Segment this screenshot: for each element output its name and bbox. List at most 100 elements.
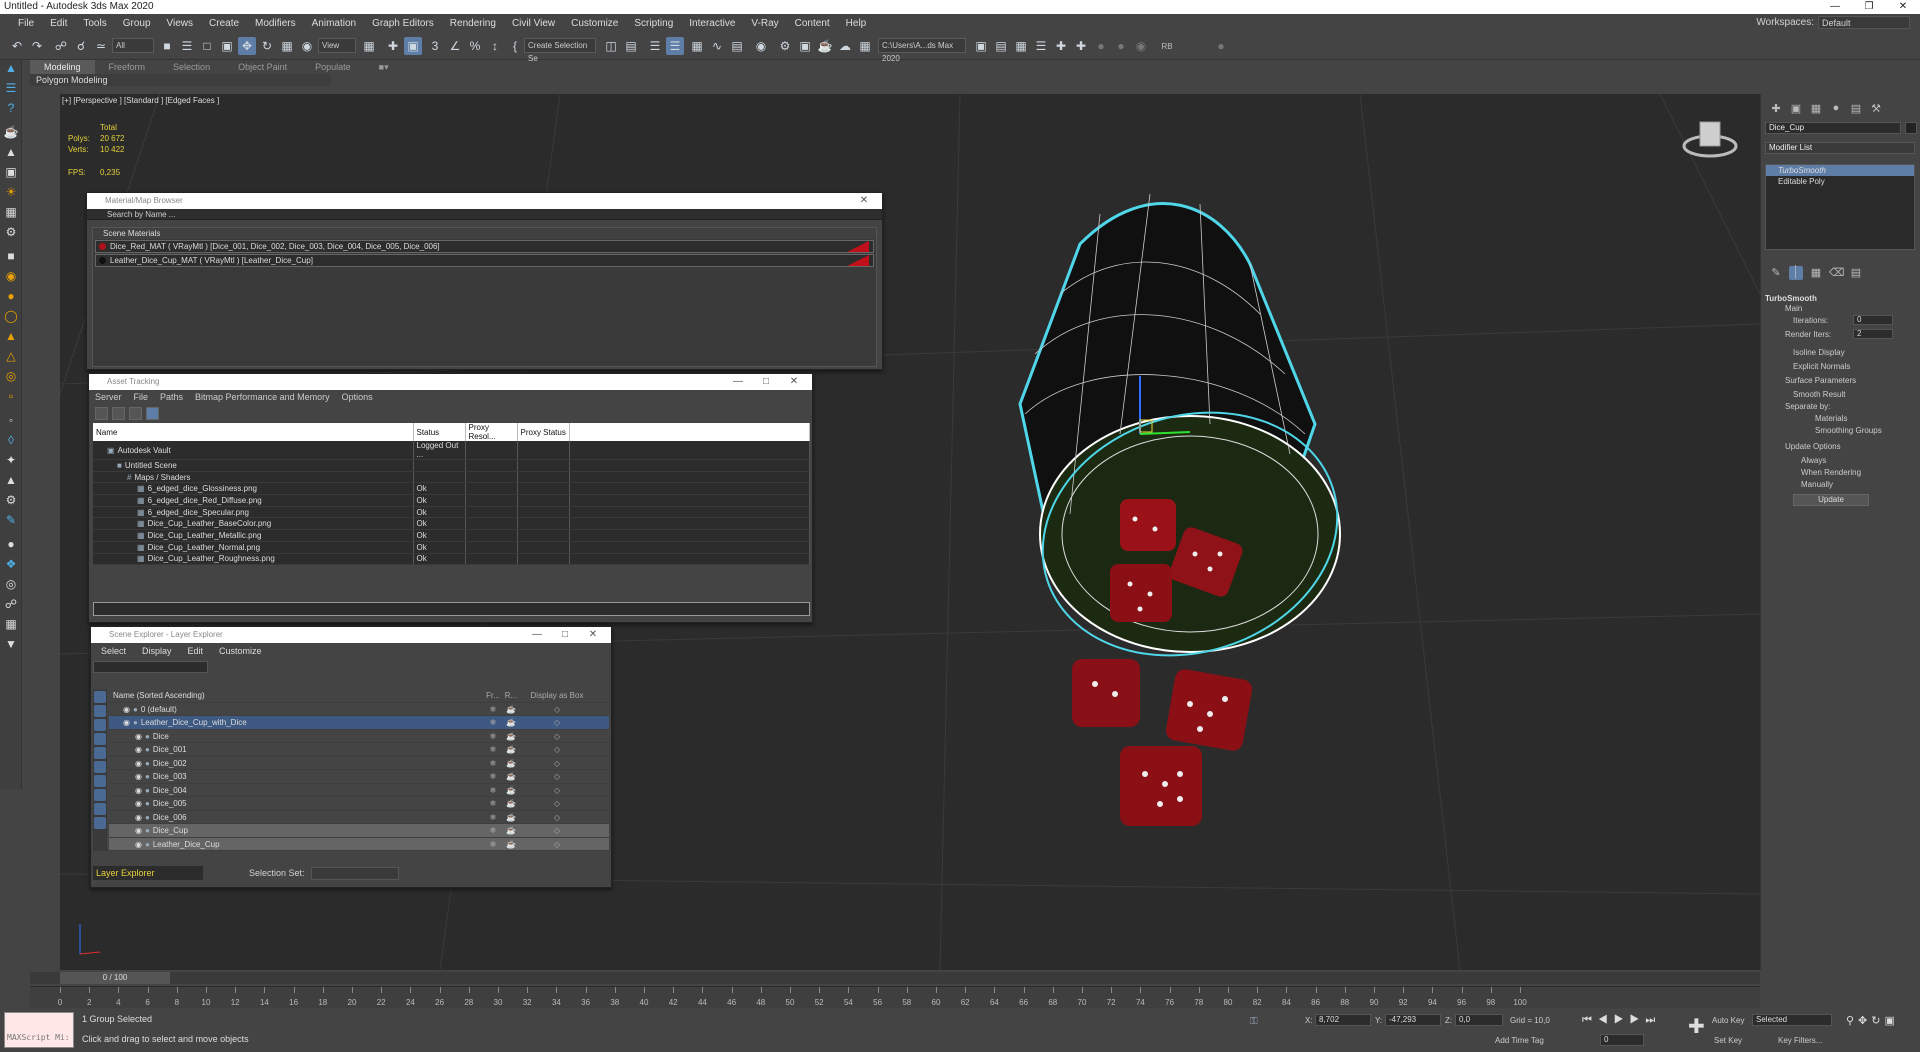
scene-column-header[interactable]: Fr... <box>484 689 502 702</box>
set-key-icon[interactable]: ✚ <box>1688 1014 1705 1039</box>
scene-row[interactable]: ◉ ● Dice_003 ❄ ☕ ◇ <box>109 770 609 784</box>
ribbon-tab-selection[interactable]: Selection <box>159 60 224 74</box>
freeze-icon[interactable]: ❄ <box>484 784 502 797</box>
vray-frame-buffer-icon[interactable]: ▣ <box>972 37 990 55</box>
display-shapes-icon[interactable] <box>94 719 106 731</box>
renderable-icon[interactable]: ☕ <box>502 784 520 797</box>
particles-icon[interactable]: ❖ <box>3 556 19 572</box>
visibility-eye-icon[interactable]: ◉ <box>135 732 142 741</box>
select-and-rotate-icon[interactable]: ↻ <box>258 37 276 55</box>
workspaces-dropdown[interactable]: Default <box>1818 16 1910 29</box>
freeze-icon[interactable]: ❄ <box>484 730 502 743</box>
display-as-box-icon[interactable]: ◇ <box>520 824 594 837</box>
cube-icon[interactable]: ▦ <box>3 616 19 632</box>
display-as-box-icon[interactable]: ◇ <box>520 784 594 797</box>
material-item[interactable]: Dice_Red_MAT ( VRayMtl ) [Dice_001, Dice… <box>95 240 874 253</box>
show-end-result-icon[interactable]: │ <box>1789 266 1803 280</box>
asset-column-header[interactable]: Proxy Status <box>517 423 570 441</box>
asset-menu-bitmap-performance-and-memory[interactable]: Bitmap Performance and Memory <box>195 390 330 405</box>
freeze-icon[interactable]: ❄ <box>484 716 502 729</box>
vray-asset-editor-icon[interactable]: ▦ <box>1012 37 1030 55</box>
scene-explorer-titlebar[interactable]: Scene Explorer - Layer Explorer — □ ✕ <box>91 627 611 643</box>
scene-menu-select[interactable]: Select <box>101 643 126 659</box>
display-as-box-icon[interactable]: ◇ <box>520 811 594 824</box>
visibility-eye-icon[interactable]: ◉ <box>135 799 142 808</box>
rendered-frame-window-icon[interactable]: ▣ <box>796 37 814 55</box>
motion-icon[interactable]: ✦ <box>3 452 19 468</box>
object-name-field[interactable]: Dice_Cup <box>1765 122 1901 134</box>
spinner-snap-icon[interactable]: ↕ <box>486 37 504 55</box>
select-by-name-icon[interactable]: ☰ <box>178 37 196 55</box>
menu-civil-view[interactable]: Civil View <box>504 18 563 29</box>
always-radio[interactable]: Always <box>1801 456 1826 465</box>
update-button[interactable]: Update <box>1793 494 1869 506</box>
display-icon[interactable]: ▲ <box>3 472 19 488</box>
menu-graph-editors[interactable]: Graph Editors <box>364 18 442 29</box>
menu-content[interactable]: Content <box>787 18 838 29</box>
hierarchy-tab-icon[interactable]: ▦ <box>1809 102 1823 116</box>
menu-group[interactable]: Group <box>115 18 159 29</box>
menu-file[interactable]: File <box>10 18 42 29</box>
display-xrefs-icon[interactable] <box>94 803 106 815</box>
scene-column-header[interactable]: R... <box>502 689 520 702</box>
asset-row[interactable]: # Maps / Shaders <box>93 471 810 484</box>
unlink-icon[interactable]: ☌ <box>72 37 90 55</box>
set-key-button[interactable]: Set Key <box>1714 1036 1742 1045</box>
vray-dome-icon[interactable]: ◉ <box>1132 37 1150 55</box>
scene-row[interactable]: ◉ ● Dice_Cup ❄ ☕ ◇ <box>109 824 609 838</box>
material-item[interactable]: Leather_Dice_Cup_MAT ( VRayMtl ) [Leathe… <box>95 254 874 267</box>
material-browser-titlebar[interactable]: Material/Map Browser ✕ <box>87 193 882 209</box>
select-object-icon[interactable]: ■ <box>158 37 176 55</box>
display-as-box-icon[interactable]: ◇ <box>520 838 594 851</box>
isoline-display-checkbox[interactable]: Isoline Display <box>1793 348 1845 357</box>
keyboard-shortcut-override-icon[interactable]: ▣ <box>404 37 422 55</box>
selection-filter-dropdown[interactable]: All <box>112 38 154 53</box>
display-warps-icon[interactable] <box>94 775 106 787</box>
scene-menu-display[interactable]: Display <box>142 643 172 659</box>
cylinder-icon[interactable]: ◉ <box>3 268 19 284</box>
track-bar[interactable]: 0 2 4 6 8 10 12 14 16 18 20 22 24 26 28 30 32 34 36 38 40 42 4… <box>30 986 1760 1008</box>
key-filters-button[interactable]: Key Filters... <box>1778 1036 1822 1045</box>
current-frame-field[interactable]: 0 <box>1600 1034 1644 1046</box>
reference-coordinate-dropdown[interactable]: View <box>318 38 356 53</box>
menu-modifiers[interactable]: Modifiers <box>247 18 304 29</box>
renderable-icon[interactable]: ☕ <box>502 838 520 851</box>
add-time-tag[interactable]: Add Time Tag <box>1495 1036 1544 1045</box>
material-editor-icon[interactable]: ◉ <box>752 37 770 55</box>
close-button[interactable]: ✕ <box>1886 0 1920 14</box>
scene-row[interactable]: ◉ ● Leather_Dice_Cup ❄ ☕ ◇ <box>109 837 609 851</box>
display-as-box-icon[interactable]: ◇ <box>520 770 594 783</box>
asset-menu-server[interactable]: Server <box>95 390 122 405</box>
asset-tracking-close-icon[interactable]: ✕ <box>780 374 808 390</box>
visibility-eye-icon[interactable]: ◉ <box>135 745 142 754</box>
freeze-icon[interactable]: ❄ <box>484 824 502 837</box>
freeze-icon[interactable]: ❄ <box>484 703 502 716</box>
asset-row[interactable]: ▦ 6_edged_dice_Glossiness.png Ok <box>93 482 810 496</box>
snaps-toggle-icon[interactable]: 3 <box>426 37 444 55</box>
vray-disc-icon[interactable]: ● <box>1112 37 1130 55</box>
pivot-point-icon[interactable]: ▦ <box>360 37 378 55</box>
visibility-eye-icon[interactable]: ◉ <box>135 759 142 768</box>
asset-row[interactable]: ▣ Autodesk Vault Logged Out ... <box>93 441 810 460</box>
scene-column-header[interactable]: Display as Box <box>520 689 594 702</box>
layer-explorer-icon[interactable]: ☰ <box>666 37 684 55</box>
time-slider-thumb[interactable]: 0 / 100 <box>60 972 170 984</box>
vray-light-icon[interactable]: ✚ <box>1072 37 1090 55</box>
percent-snap-icon[interactable]: % <box>466 37 484 55</box>
modifier-icon[interactable]: ◦ <box>3 412 19 428</box>
asset-tracking-titlebar[interactable]: Asset Tracking — □ ✕ <box>89 374 812 390</box>
curve-editor-icon[interactable]: ∿ <box>708 37 726 55</box>
display-none-icon[interactable] <box>94 691 106 703</box>
menu-help[interactable]: Help <box>838 18 875 29</box>
create-icon[interactable]: ▲ <box>3 60 19 76</box>
scene-explorer-close-icon[interactable]: ✕ <box>579 627 607 643</box>
toggle-ribbon-icon[interactable]: ▦ <box>688 37 706 55</box>
lock-selection-icon[interactable]: ⚿ <box>1250 1016 1258 1027</box>
ball-icon[interactable]: ● <box>3 536 19 552</box>
render-iters-spinner[interactable]: 2 <box>1853 329 1893 339</box>
angle-snap-icon[interactable]: ∠ <box>446 37 464 55</box>
configure-modifier-sets-icon[interactable]: ▤ <box>1849 266 1863 280</box>
playback-controls-icon[interactable]: ⏮◀▶▶⏭ <box>1582 1014 1661 1027</box>
manually-radio[interactable]: Manually <box>1801 480 1833 489</box>
freeze-icon[interactable]: ❄ <box>484 757 502 770</box>
